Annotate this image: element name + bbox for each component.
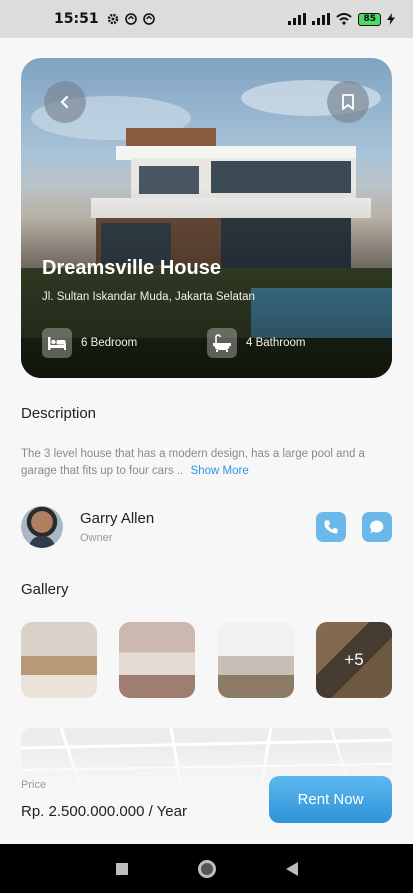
gallery-photo-more[interactable]: +5 bbox=[316, 622, 392, 698]
recents-button[interactable] bbox=[115, 862, 128, 875]
price-label: Price bbox=[21, 779, 47, 791]
owner-avatar bbox=[21, 506, 63, 548]
gallery-photo-1[interactable] bbox=[21, 622, 97, 698]
bathroom-feature: 4 Bathroom bbox=[207, 328, 305, 358]
status-time: 15:51 bbox=[54, 11, 99, 27]
bedroom-count: 6 Bedroom bbox=[81, 337, 138, 349]
back-nav-button[interactable] bbox=[285, 861, 298, 876]
charging-icon bbox=[387, 13, 395, 25]
bathroom-count: 4 Bathroom bbox=[246, 337, 306, 349]
gallery-heading: Gallery bbox=[21, 581, 69, 598]
property-hero-card: Dreamsville House Jl. Sultan Iskandar Mu… bbox=[21, 58, 392, 378]
call-button[interactable] bbox=[316, 512, 346, 542]
chevron-left-icon bbox=[60, 95, 69, 109]
phone-icon bbox=[324, 520, 338, 534]
chat-button[interactable] bbox=[362, 512, 392, 542]
wifi-icon bbox=[336, 13, 353, 25]
bookmark-icon bbox=[342, 94, 354, 110]
price-value: Rp. 2.500.000.000 / Year bbox=[21, 803, 187, 820]
show-more-link[interactable]: Show More bbox=[191, 465, 249, 477]
property-address: Jl. Sultan Iskandar Muda, Jakarta Selata… bbox=[42, 291, 255, 303]
back-button[interactable] bbox=[44, 81, 86, 123]
bathtub-icon bbox=[213, 334, 231, 352]
gallery-more-count: +5 bbox=[344, 650, 364, 669]
system-nav-bar bbox=[0, 844, 413, 893]
status-bar: 15:51 85 bbox=[0, 0, 413, 38]
description-heading: Description bbox=[21, 405, 97, 422]
property-title: Dreamsville House bbox=[42, 257, 221, 279]
owner-role: Owner bbox=[80, 532, 113, 544]
bookmark-button[interactable] bbox=[327, 81, 369, 123]
owner-name: Garry Allen bbox=[80, 510, 155, 527]
bedroom-feature: 6 Bedroom bbox=[42, 328, 137, 358]
bed-icon bbox=[48, 337, 66, 350]
settings-icon bbox=[107, 13, 118, 25]
signal-icon bbox=[288, 13, 307, 25]
description-text: The 3 level house that has a modern desi… bbox=[21, 446, 393, 480]
home-button[interactable] bbox=[197, 859, 216, 878]
signal-4g-icon bbox=[312, 13, 331, 25]
gallery-photo-2[interactable] bbox=[119, 622, 195, 698]
rent-now-button[interactable]: Rent Now bbox=[269, 776, 392, 823]
sync-icon bbox=[142, 13, 155, 25]
gallery-photo-3[interactable] bbox=[218, 622, 294, 698]
battery-indicator: 85 bbox=[358, 12, 381, 26]
sync-icon bbox=[124, 13, 137, 25]
chat-bubble-icon bbox=[370, 520, 384, 534]
